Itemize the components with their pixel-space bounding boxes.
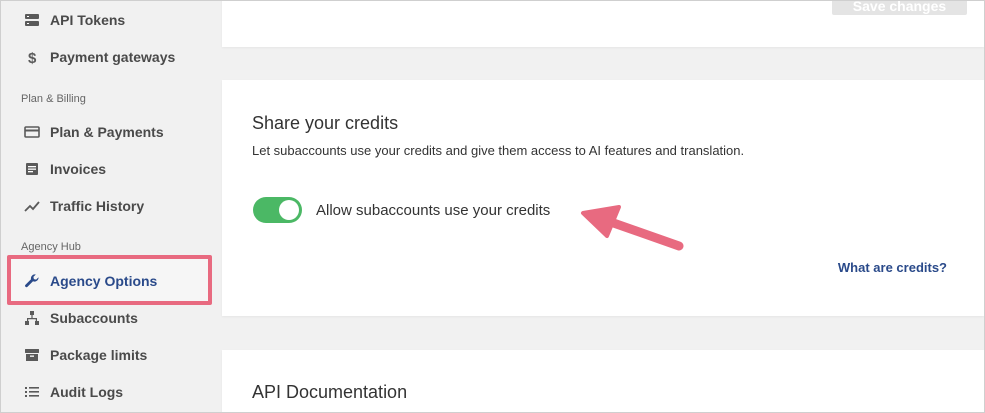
- trend-icon: [22, 196, 42, 216]
- share-credits-card: Share your credits Let subaccounts use y…: [222, 80, 984, 316]
- dollar-icon: $: [22, 47, 42, 67]
- wrench-icon: [22, 271, 42, 291]
- sidebar-item-plan-payments[interactable]: Plan & Payments: [22, 120, 164, 144]
- sidebar-item-label: Agency Options: [50, 273, 158, 289]
- sidebar-item-audit-logs[interactable]: Audit Logs: [22, 380, 123, 404]
- card-title: Share your credits: [252, 113, 399, 133]
- toggle-label: Allow subaccounts use your credits: [316, 202, 551, 219]
- sidebar-item-label: Package limits: [50, 347, 148, 363]
- section-label-agency: Agency Hub: [21, 241, 81, 253]
- sidebar-item-traffic-history[interactable]: Traffic History: [22, 194, 144, 218]
- sidebar-item-label: API Tokens: [50, 12, 126, 28]
- sidebar-item-label: Subaccounts: [50, 310, 138, 326]
- archive-icon: [22, 345, 42, 365]
- hierarchy-icon: [22, 308, 42, 328]
- sidebar-item-subaccounts[interactable]: Subaccounts: [22, 306, 138, 330]
- sidebar-item-invoices[interactable]: Invoices: [22, 157, 106, 181]
- sidebar: API Tokens $ Payment gateways Plan & Bil…: [0, 0, 222, 413]
- sidebar-item-package-limits[interactable]: Package limits: [22, 343, 147, 367]
- credit-card-icon: [22, 122, 42, 142]
- document-icon: [22, 159, 42, 179]
- server-icon: [22, 10, 42, 30]
- what-are-credits-link[interactable]: What are credits?: [838, 260, 947, 275]
- sidebar-item-label: Plan & Payments: [50, 124, 164, 140]
- annotation-arrow: [581, 205, 684, 251]
- toggle-knob: [279, 200, 299, 220]
- sidebar-item-agency-options[interactable]: Agency Options: [22, 269, 157, 293]
- card-title: API Documentation: [252, 382, 408, 402]
- api-documentation-card: API Documentation: [222, 350, 984, 413]
- sidebar-item-label: Payment gateways: [50, 49, 176, 65]
- sidebar-item-label: Invoices: [50, 161, 107, 177]
- sidebar-item-payment-gateways[interactable]: $ Payment gateways: [22, 45, 175, 69]
- allow-credits-toggle[interactable]: [253, 197, 302, 223]
- settings-card-top: Save changes: [222, 0, 984, 47]
- section-label-billing: Plan & Billing: [21, 93, 86, 105]
- svg-text:$: $: [28, 50, 37, 65]
- sidebar-item-api-tokens[interactable]: API Tokens: [22, 8, 125, 32]
- card-description: Let subaccounts use your credits and giv…: [252, 143, 745, 158]
- sidebar-item-label: Traffic History: [50, 198, 145, 214]
- list-icon: [22, 382, 42, 402]
- sidebar-item-label: Audit Logs: [50, 384, 124, 400]
- save-changes-button[interactable]: Save changes: [832, 0, 967, 15]
